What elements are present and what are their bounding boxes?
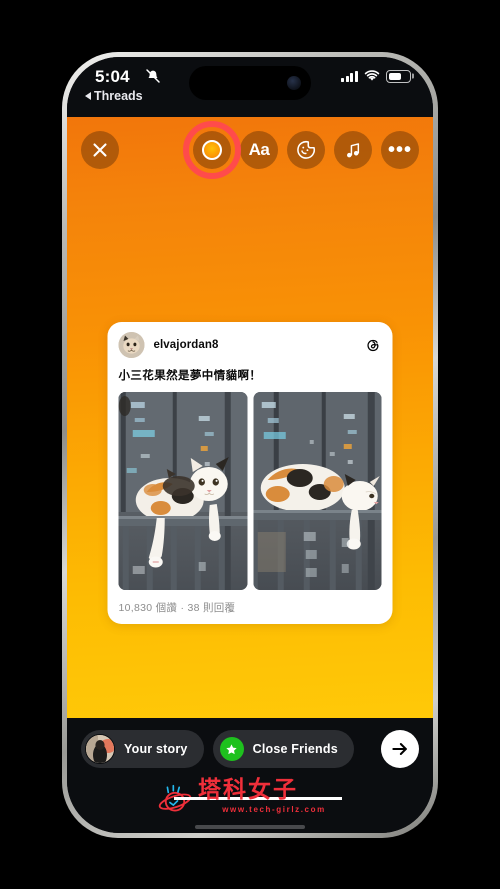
cellular-signal-icon bbox=[341, 70, 358, 82]
calico-cat-lying-on-railing bbox=[253, 392, 382, 590]
background-color-button-wrapper bbox=[183, 121, 241, 179]
status-bar-time: 5:04 bbox=[95, 67, 130, 86]
your-story-button[interactable]: Your story bbox=[81, 730, 204, 768]
user-avatar bbox=[85, 734, 115, 764]
post-photo-2[interactable] bbox=[253, 392, 382, 590]
bell-slash-icon bbox=[145, 68, 161, 84]
green-star-icon bbox=[219, 737, 244, 761]
background-color-button[interactable] bbox=[193, 131, 231, 169]
story-canvas[interactable]: Aa ••• elvajordan8 小三花果然是夢中情貓啊！ 10,830 個… bbox=[67, 117, 433, 718]
sticker-icon bbox=[297, 140, 316, 159]
threads-logo-icon bbox=[365, 337, 382, 354]
phone-frame: 5:04 Threads Aa ••• elvajordan8 小三花果然是夢中… bbox=[62, 52, 438, 838]
send-button[interactable] bbox=[381, 730, 419, 768]
status-bar-indicators bbox=[341, 70, 411, 83]
screenshot-root: 5:04 Threads Aa ••• elvajordan8 小三花果然是夢中… bbox=[0, 0, 500, 889]
status-bar: 5:04 Threads bbox=[67, 57, 433, 117]
background-color-circle-icon bbox=[202, 140, 222, 160]
threads-post-card[interactable]: elvajordan8 小三花果然是夢中情貓啊！ 10,830 個讚 · 38 … bbox=[107, 322, 393, 624]
back-chevron-icon bbox=[85, 92, 91, 100]
calico-cat-sitting-on-railing bbox=[118, 392, 247, 590]
post-header: elvajordan8 bbox=[118, 332, 382, 358]
sticker-button[interactable] bbox=[287, 131, 325, 169]
story-toolbar: Aa ••• bbox=[67, 121, 433, 179]
post-stats: 10,830 個讚 · 38 則回覆 bbox=[118, 602, 236, 614]
planet-icon bbox=[158, 784, 192, 812]
watermark: 塔科女子 www.tech-girlz.com bbox=[150, 779, 350, 823]
post-photo-row bbox=[118, 392, 382, 590]
close-friends-label: Close Friends bbox=[252, 742, 338, 756]
watermark-brand: 塔科女子 bbox=[198, 777, 298, 803]
music-button[interactable] bbox=[334, 131, 372, 169]
your-story-label: Your story bbox=[124, 742, 188, 756]
cat-avatar bbox=[118, 332, 145, 358]
post-text: 小三花果然是夢中情貓啊！ bbox=[118, 370, 262, 382]
text-tool-button[interactable]: Aa bbox=[240, 131, 278, 169]
front-camera-icon bbox=[287, 76, 301, 90]
back-label: Threads bbox=[94, 89, 143, 103]
back-to-threads-button[interactable]: Threads bbox=[85, 89, 143, 103]
text-tool-icon: Aa bbox=[248, 140, 270, 159]
watermark-url: www.tech-girlz.com bbox=[222, 805, 326, 814]
close-friends-button[interactable]: Close Friends bbox=[212, 730, 354, 768]
battery-icon bbox=[386, 70, 411, 83]
music-note-icon bbox=[346, 142, 359, 157]
toolbar-actions: Aa ••• bbox=[183, 121, 419, 179]
post-username[interactable]: elvajordan8 bbox=[154, 339, 219, 351]
post-photo-1[interactable] bbox=[118, 392, 247, 590]
phone-screen: 5:04 Threads Aa ••• elvajordan8 小三花果然是夢中… bbox=[67, 57, 433, 833]
close-icon bbox=[93, 143, 107, 157]
more-options-button[interactable]: ••• bbox=[381, 131, 419, 169]
wifi-icon bbox=[364, 70, 380, 81]
home-indicator[interactable] bbox=[195, 825, 305, 829]
more-options-icon: ••• bbox=[387, 139, 412, 161]
close-button[interactable] bbox=[81, 131, 119, 169]
dynamic-island bbox=[189, 66, 311, 100]
arrow-right-icon bbox=[392, 743, 407, 755]
